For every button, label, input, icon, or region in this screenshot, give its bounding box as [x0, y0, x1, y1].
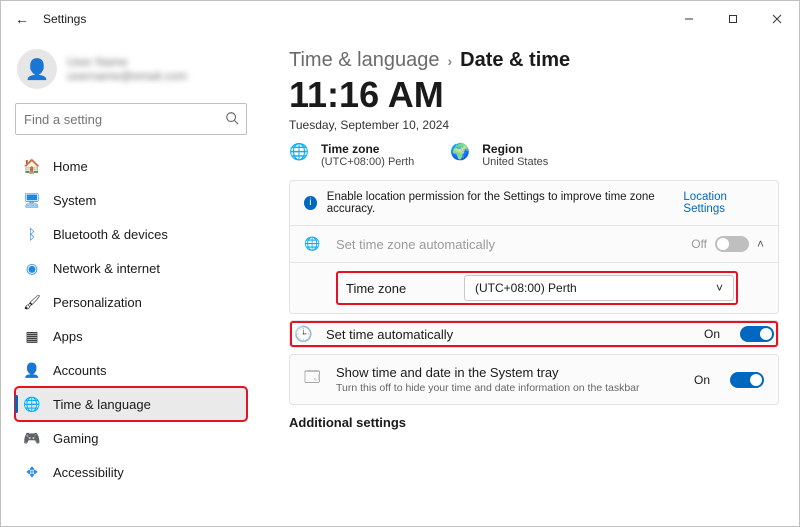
sidebar: 👤 User Name username@email.com 🏠 Home 🖥 Sy… [1, 37, 261, 526]
row-auto-timezone[interactable]: 🌐 Set time zone automatically Off ˄ [289, 226, 779, 263]
row-system-tray: 🗔 Show time and date in the System tray … [289, 354, 779, 405]
row-sublabel: Turn this off to hide your time and date… [336, 382, 682, 394]
search-input[interactable] [15, 103, 247, 135]
row-label: Show time and date in the System tray [336, 365, 682, 380]
sidebar-item-system[interactable]: 🖥 System [15, 183, 247, 217]
taskbar-icon: 🗔 [304, 367, 324, 392]
globe-clock-icon: 🌐 [23, 395, 41, 413]
info-icon: i [304, 196, 317, 210]
current-time: 11:16 AM [289, 74, 779, 116]
toggle-state-label: Off [691, 237, 707, 251]
summary-value: United States [482, 156, 548, 168]
row-auto-time: 🕒 Set time automatically On [289, 320, 779, 348]
content-area: Time & language › Date & time 11:16 AM T… [261, 37, 799, 526]
profile-name: User Name [67, 55, 187, 69]
titlebar: ← Settings [1, 1, 799, 37]
back-button[interactable]: ← [15, 11, 29, 27]
system-icon: 🖥 [23, 191, 41, 209]
toggle-state-label: On [704, 327, 720, 341]
sidebar-item-accessibility[interactable]: ✥ Accessibility [15, 455, 247, 489]
location-info-bar: i Enable location permission for the Set… [289, 180, 779, 226]
sidebar-item-label: Accessibility [53, 465, 124, 480]
search-icon [225, 111, 239, 125]
summary-timezone: 🌐 Time zone (UTC+08:00) Perth [289, 142, 414, 168]
info-text: Enable location permission for the Setti… [327, 191, 674, 215]
accessibility-icon: ✥ [23, 463, 41, 481]
auto-time-toggle[interactable] [740, 326, 774, 342]
sidebar-item-personalization[interactable]: 🖌 Personalization [15, 285, 247, 319]
sidebar-item-label: Accounts [53, 363, 106, 378]
sidebar-item-label: Bluetooth & devices [53, 227, 168, 242]
maximize-button[interactable] [711, 3, 755, 35]
gaming-icon: 🎮 [23, 429, 41, 447]
region-icon: 🌍 [450, 142, 472, 168]
apps-icon: ▦ [23, 327, 41, 345]
sidebar-item-bluetooth[interactable]: ᛒ Bluetooth & devices [15, 217, 247, 251]
summary-label: Region [482, 142, 548, 156]
accounts-icon: 👤 [23, 361, 41, 379]
nav-list: 🏠 Home 🖥 System ᛒ Bluetooth & devices ◉ Netw… [15, 149, 247, 489]
summary-label: Time zone [321, 142, 414, 156]
sidebar-item-network[interactable]: ◉ Network & internet [15, 251, 247, 285]
sidebar-item-label: Network & internet [53, 261, 160, 276]
sidebar-item-accounts[interactable]: 👤 Accounts [15, 353, 247, 387]
row-timezone-select: Time zone (UTC+08:00) Perth ˅ [289, 263, 779, 314]
search-field[interactable] [15, 103, 247, 135]
current-date: Tuesday, September 10, 2024 [289, 118, 779, 132]
chevron-up-icon[interactable]: ˄ [757, 237, 764, 251]
profile-header[interactable]: 👤 User Name username@email.com [15, 45, 247, 103]
sidebar-item-label: System [53, 193, 96, 208]
timezone-dropdown[interactable]: (UTC+08:00) Perth ˅ [464, 275, 734, 301]
location-settings-link[interactable]: Location Settings [683, 191, 764, 215]
auto-timezone-toggle [715, 236, 749, 252]
wifi-icon: ◉ [23, 259, 41, 277]
window-controls [667, 3, 799, 35]
sidebar-item-home[interactable]: 🏠 Home [15, 149, 247, 183]
sidebar-item-apps[interactable]: ▦ Apps [15, 319, 247, 353]
sidebar-item-time-language[interactable]: 🌐 Time & language [15, 387, 247, 421]
sidebar-item-gaming[interactable]: 🎮 Gaming [15, 421, 247, 455]
close-button[interactable] [755, 3, 799, 35]
brush-icon: 🖌 [23, 293, 41, 311]
timezone-icon: 🌐 [304, 236, 320, 252]
section-additional-settings: Additional settings [289, 415, 779, 430]
home-icon: 🏠 [23, 157, 41, 175]
minimize-button[interactable] [667, 3, 711, 35]
avatar: 👤 [17, 49, 57, 89]
row-label: Time zone [340, 281, 464, 296]
summary-value: (UTC+08:00) Perth [321, 156, 414, 168]
sidebar-item-label: Home [53, 159, 88, 174]
sidebar-item-label: Apps [53, 329, 83, 344]
row-label: Set time automatically [326, 327, 692, 342]
clock-icon: 🕒 [294, 325, 314, 343]
sidebar-item-label: Personalization [53, 295, 142, 310]
bluetooth-icon: ᛒ [23, 225, 41, 243]
tray-toggle[interactable] [730, 372, 764, 388]
summary-row: 🌐 Time zone (UTC+08:00) Perth 🌍 Region U… [289, 142, 779, 168]
sidebar-item-label: Gaming [53, 431, 99, 446]
chevron-down-icon: ˅ [716, 281, 723, 295]
dropdown-value: (UTC+08:00) Perth [475, 281, 577, 295]
breadcrumb: Time & language › Date & time [289, 49, 779, 72]
row-label: Set time zone automatically [336, 237, 691, 252]
breadcrumb-parent[interactable]: Time & language [289, 49, 439, 72]
page-title: Date & time [460, 49, 570, 72]
sidebar-item-label: Time & language [53, 397, 151, 412]
timezone-icon: 🌐 [289, 142, 311, 168]
window-title: Settings [43, 12, 86, 26]
toggle-state-label: On [694, 373, 710, 387]
summary-region: 🌍 Region United States [450, 142, 548, 168]
profile-email: username@email.com [67, 69, 187, 83]
chevron-right-icon: › [447, 53, 452, 69]
